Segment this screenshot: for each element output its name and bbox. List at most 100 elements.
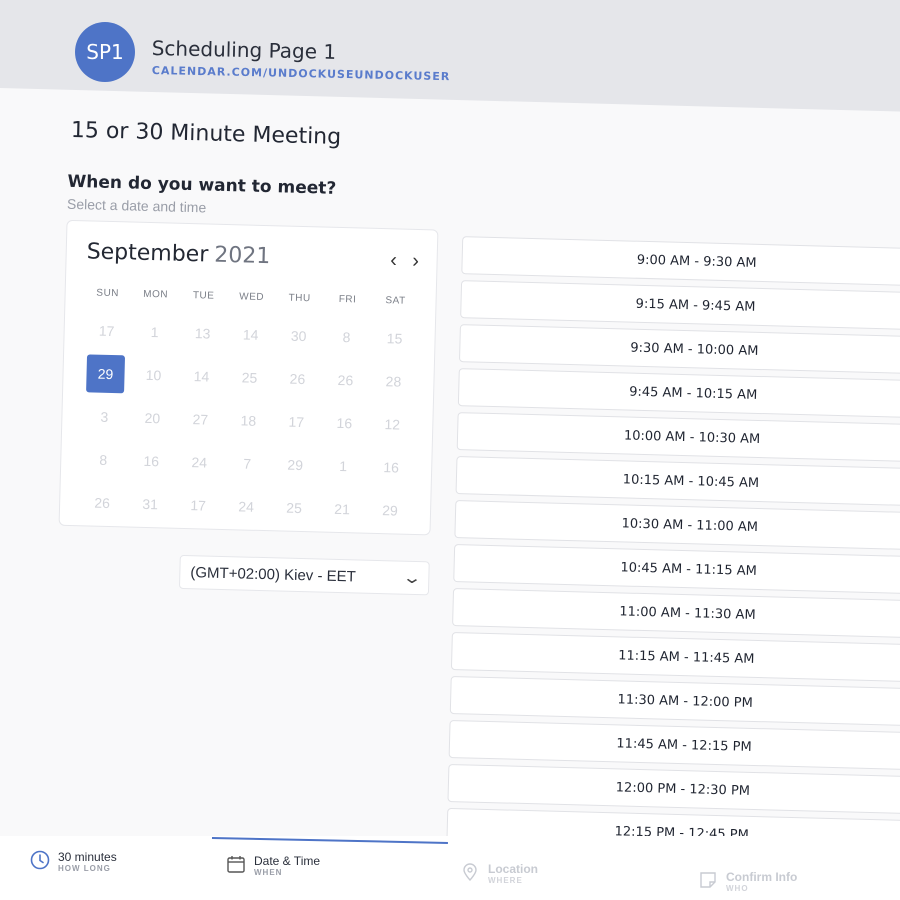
day-number: 30: [290, 327, 307, 345]
calendar-day[interactable]: 16: [320, 404, 369, 443]
day-number: 18: [240, 412, 257, 429]
timezone-value: (GMT+02:00) Kiev - EET: [190, 563, 357, 585]
time-slot-button[interactable]: 10:45 AM - 11:15 AM: [453, 544, 900, 595]
time-slot-button[interactable]: 10:30 AM - 11:00 AM: [454, 500, 900, 551]
calendar-day[interactable]: 7: [223, 444, 272, 483]
calendar-day[interactable]: 14: [226, 315, 275, 354]
day-number: 31: [142, 495, 159, 513]
calendar-month-year: September 2021: [86, 239, 270, 269]
time-slot-button[interactable]: 9:45 AM - 10:15 AM: [457, 368, 900, 419]
calendar-day[interactable]: 10: [129, 355, 178, 394]
calendar-day[interactable]: 16: [367, 448, 416, 487]
time-slot-button[interactable]: 11:15 AM - 11:45 AM: [450, 632, 900, 683]
calendar-day[interactable]: 8: [79, 440, 128, 479]
day-number: 14: [193, 368, 210, 385]
weekday-label: TUE: [192, 290, 215, 302]
step-duration[interactable]: 30 minutes HOW LONG: [30, 850, 117, 873]
day-number: 17: [98, 322, 115, 340]
weekday-header: SUN MON TUE WED THU FRI SAT: [84, 287, 420, 307]
time-slot-button[interactable]: 11:00 AM - 11:30 AM: [452, 588, 900, 639]
time-slot-button[interactable]: 10:00 AM - 10:30 AM: [456, 412, 900, 463]
day-number: 29: [382, 502, 399, 519]
day-number: 16: [143, 452, 160, 470]
calendar-day[interactable]: 17: [82, 311, 131, 350]
host-name: Scheduling Page 1: [151, 36, 337, 64]
step-sublabel: HOW LONG: [58, 864, 111, 873]
day-number: 29: [287, 456, 304, 474]
time-slot-button[interactable]: 10:15 AM - 10:45 AM: [455, 456, 900, 507]
day-number: 26: [289, 370, 306, 388]
time-slot-button[interactable]: 12:00 PM - 12:30 PM: [447, 763, 900, 815]
day-number: 8: [99, 451, 108, 468]
day-number: 24: [238, 498, 255, 515]
calendar-day[interactable]: 15: [370, 319, 419, 358]
step-location[interactable]: Location WHERE: [460, 862, 538, 885]
chevron-down-icon: ⌄: [401, 569, 422, 588]
calendar-day[interactable]: 1: [319, 446, 368, 485]
clock-icon: [30, 850, 50, 870]
calendar-day[interactable]: 29: [271, 445, 320, 484]
calendar-day[interactable]: 12: [368, 405, 417, 444]
calendar-day[interactable]: 3: [80, 397, 129, 436]
calendar-day[interactable]: 13: [178, 314, 227, 353]
timezone-select[interactable]: (GMT+02:00) Kiev - EET ⌄: [178, 554, 430, 596]
step-date-time[interactable]: Date & Time WHEN: [226, 854, 320, 877]
calendar-day-selected[interactable]: 29: [81, 354, 130, 394]
host-url[interactable]: CALENDAR.COM/UNDOCKUSEUNDOCKUSER: [152, 64, 451, 83]
next-month-button[interactable]: ›: [406, 249, 424, 272]
active-step-indicator: [211, 837, 448, 844]
calendar-day[interactable]: 17: [272, 402, 321, 441]
calendar-day[interactable]: 27: [176, 400, 225, 439]
calendar-day[interactable]: 30: [274, 316, 323, 355]
weekday-label: MON: [143, 288, 169, 301]
previous-month-button[interactable]: ‹: [384, 248, 402, 271]
day-number: 25: [286, 499, 303, 517]
day-number: 20: [144, 409, 161, 427]
day-number: 8: [342, 329, 351, 346]
day-number: 27: [192, 411, 209, 428]
calendar-day[interactable]: 26: [321, 361, 370, 400]
calendar-day[interactable]: 8: [322, 318, 371, 357]
question-heading: When do you want to meet?: [67, 171, 337, 199]
calendar-day[interactable]: 20: [128, 398, 177, 437]
chevron-right-icon: ›: [411, 249, 420, 272]
calendar-day[interactable]: 18: [224, 401, 273, 440]
time-slot-button[interactable]: 11:30 AM - 12:00 PM: [449, 676, 900, 727]
calendar-day[interactable]: 25: [225, 358, 274, 397]
calendar-day[interactable]: 14: [177, 357, 226, 396]
step-sublabel: WHEN: [254, 868, 283, 877]
calendar-day[interactable]: 26: [273, 359, 322, 398]
day-number: 10: [145, 366, 162, 384]
step-sublabel: WHERE: [488, 876, 523, 885]
calendar-day[interactable]: 1: [130, 313, 179, 352]
calendar-day[interactable]: 26: [78, 483, 127, 522]
calendar-day[interactable]: 17: [174, 486, 223, 525]
calendar-day[interactable]: 25: [270, 488, 319, 527]
day-number: 28: [385, 373, 402, 390]
calendar-day[interactable]: 24: [175, 443, 224, 482]
calendar-day[interactable]: 21: [318, 489, 367, 528]
location-pin-icon: [463, 863, 477, 882]
time-slot-button[interactable]: 9:00 AM - 9:30 AM: [461, 236, 900, 287]
time-slot-button[interactable]: 11:45 AM - 12:15 PM: [448, 719, 900, 771]
calendar-day[interactable]: 24: [222, 487, 271, 526]
avatar: SP1: [75, 22, 135, 82]
day-number: 16: [336, 414, 353, 432]
calendar-week: 8 16 24 7 29 1 16: [79, 440, 416, 487]
day-number: 7: [243, 455, 252, 472]
calendar-day[interactable]: 16: [127, 441, 176, 480]
time-slot-button[interactable]: 9:15 AM - 9:45 AM: [460, 280, 900, 331]
calendar-month: September: [86, 239, 209, 268]
calendar-year: 2021: [213, 242, 271, 270]
calendar-day[interactable]: 29: [366, 491, 415, 530]
day-number: 25: [241, 369, 258, 386]
day-number: 26: [337, 371, 354, 389]
day-number: 3: [100, 408, 109, 425]
calendar-day[interactable]: 31: [126, 484, 175, 523]
step-confirm-info[interactable]: Confirm Info WHO: [698, 870, 797, 893]
weekday-label: SAT: [385, 295, 406, 307]
chevron-left-icon: ‹: [390, 248, 398, 271]
day-number: 17: [190, 497, 207, 514]
time-slot-button[interactable]: 9:30 AM - 10:00 AM: [458, 324, 900, 375]
calendar-day[interactable]: 28: [369, 362, 418, 401]
